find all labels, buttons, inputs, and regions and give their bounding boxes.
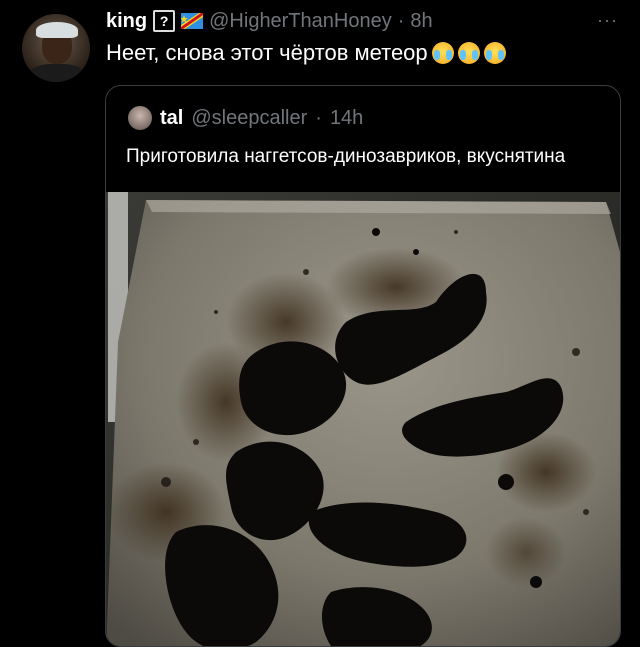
- quoted-separator-dot: ·: [315, 106, 322, 129]
- author-name[interactable]: king: [106, 10, 147, 33]
- quoted-author-name[interactable]: tal: [160, 107, 183, 130]
- avatar-shirt: [28, 64, 86, 82]
- quoted-photo[interactable]: [106, 192, 620, 647]
- avatar-headwrap: [36, 22, 78, 38]
- author-handle[interactable]: @HigherThanHoney: [209, 10, 392, 33]
- quoted-tweet[interactable]: tal @sleepcaller · 14h Приготовила нагге…: [105, 85, 621, 647]
- quoted-timestamp[interactable]: 14h: [330, 107, 363, 130]
- loudly-crying-face-icon: [431, 42, 454, 64]
- timestamp[interactable]: 8h: [410, 10, 432, 33]
- tweet-text: Неет, снова этот чёртов метеор: [106, 40, 506, 66]
- avatar[interactable]: [22, 14, 90, 82]
- flag-icon: [181, 13, 204, 29]
- tweet-header: king ? @HigherThanHoney · 8h: [106, 7, 433, 35]
- quoted-avatar[interactable]: [128, 106, 152, 130]
- quoted-text: Приготовила наггетсов-динозавриков, вкус…: [126, 146, 566, 167]
- quoted-header: tal @sleepcaller · 14h: [128, 106, 363, 130]
- more-icon[interactable]: ···: [597, 10, 618, 31]
- tweet-text-content: Неет, снова этот чёртов метеор: [106, 40, 428, 65]
- loudly-crying-face-icon: [483, 42, 506, 64]
- quoted-author-handle[interactable]: @sleepcaller: [191, 107, 307, 130]
- unknown-glyph-icon: ?: [153, 10, 176, 32]
- separator-dot: ·: [397, 9, 405, 32]
- loudly-crying-face-icon: [457, 42, 480, 64]
